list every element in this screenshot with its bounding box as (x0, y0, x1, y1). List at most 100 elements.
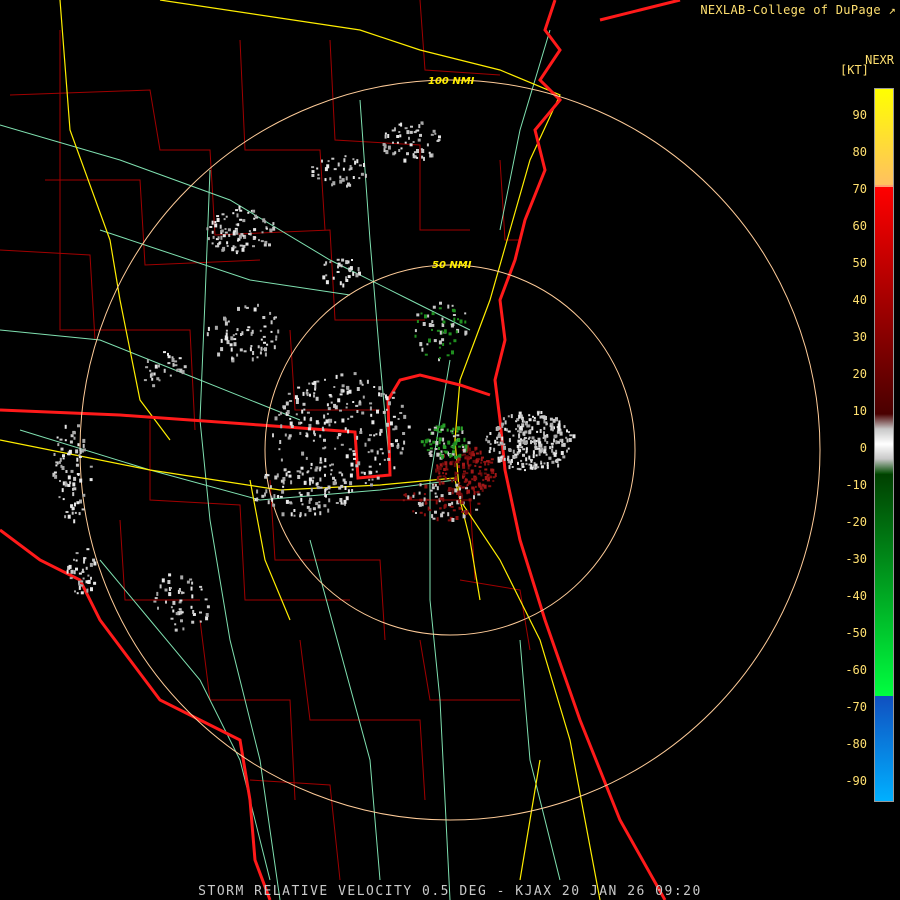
echo-pixel (324, 178, 327, 182)
echo-pixel (181, 591, 185, 594)
echo-pixel (352, 271, 355, 276)
credit-label[interactable]: NEXLAB-College of DuPage ↗ (700, 3, 896, 17)
echo-pixel (313, 392, 316, 395)
echo-pixel (535, 454, 538, 457)
echo-pixel (314, 468, 318, 472)
scale-tick: -10 (845, 478, 867, 492)
echo-pixel (487, 463, 490, 466)
echo-pixel (231, 357, 234, 360)
echo-pixel (300, 466, 304, 470)
echo-pixel (251, 357, 254, 362)
echo-pixel (256, 356, 259, 359)
echo-pixel (70, 434, 74, 438)
echo-pixel (449, 454, 452, 458)
echo-pixel (336, 258, 340, 261)
echo-pixel (280, 424, 283, 429)
echo-pixel (224, 317, 227, 322)
echo-pixel (402, 499, 405, 502)
echo-pixel (423, 443, 426, 447)
echo-pixel (64, 439, 67, 442)
echo-pixel (371, 420, 375, 425)
echo-pixel (331, 183, 334, 187)
echo-pixel (449, 342, 452, 345)
echo-pixel (325, 274, 328, 277)
echo-pixel (235, 250, 239, 253)
echo-pixel (532, 454, 535, 459)
echo-pixel (149, 369, 152, 372)
echo-pixel (543, 426, 546, 430)
echo-pixel (214, 325, 218, 330)
echo-pixel (267, 500, 270, 505)
echo-pixel (253, 228, 257, 232)
echo-pixel (373, 386, 376, 388)
echo-pixel (207, 326, 210, 331)
echo-pixel (281, 489, 285, 494)
echo-pixel (254, 214, 257, 217)
echo-pixel (287, 392, 291, 395)
echo-pixel (436, 452, 440, 457)
echo-pixel (448, 487, 451, 492)
echo-pixel (79, 478, 83, 483)
echo-pixel (399, 134, 402, 138)
echo-pixel (420, 312, 423, 315)
echo-pixel (227, 320, 230, 323)
velocity-color-scale (874, 88, 894, 802)
echo-pixel (261, 231, 264, 234)
echo-pixel (443, 504, 446, 509)
echo-pixel (219, 224, 222, 229)
echo-pixel (174, 623, 177, 626)
echo-pixel (230, 336, 234, 341)
echo-pixel (165, 600, 167, 604)
echo-pixel (289, 421, 293, 426)
echo-pixel (452, 435, 456, 438)
product-label: NEXR (865, 53, 894, 67)
echo-pixel (440, 494, 444, 498)
echo-pixel (427, 314, 430, 318)
echo-pixel (436, 464, 439, 467)
echo-pixel (521, 465, 525, 468)
echo-pixel (442, 444, 446, 449)
echo-pixel (70, 569, 74, 574)
echo-pixel (486, 460, 489, 463)
scale-tick: -90 (845, 774, 867, 788)
echo-pixel (437, 425, 441, 428)
echo-pixel (470, 469, 474, 474)
echo-pixel (490, 471, 493, 474)
echo-pixel (90, 587, 93, 592)
echo-pixel (89, 562, 93, 567)
echo-pixel (285, 472, 288, 477)
echo-pixel (429, 443, 433, 446)
echo-pixel (172, 600, 176, 605)
echo-pixel (551, 448, 554, 453)
echo-pixel (391, 396, 395, 399)
echo-pixel (253, 307, 257, 312)
echo-pixel (424, 484, 428, 489)
echo-pixel (473, 491, 476, 495)
echo-pixel (520, 438, 522, 441)
echo-pixel (324, 378, 326, 381)
echo-pixel (559, 431, 563, 436)
echo-pixel (458, 499, 461, 504)
echo-pixel (256, 497, 259, 502)
echo-pixel (275, 338, 278, 341)
echo-pixel (512, 449, 515, 454)
echo-pixel (469, 463, 472, 466)
echo-pixel (429, 447, 433, 450)
echo-pixel (438, 357, 441, 360)
echo-pixel (366, 379, 369, 384)
echo-pixel (154, 597, 158, 600)
echo-pixel (207, 237, 210, 241)
echo-pixel (368, 465, 372, 468)
echo-pixel (370, 413, 373, 417)
echo-pixel (485, 438, 488, 442)
echo-pixel (337, 398, 341, 403)
echo-pixel (157, 364, 160, 368)
echo-pixel (469, 457, 472, 460)
echo-pixel (341, 473, 344, 477)
echo-pixel (332, 481, 336, 486)
echo-pixel (530, 440, 532, 445)
echo-pixel (456, 434, 460, 437)
echo-pixel (503, 457, 506, 461)
echo-pixel (432, 440, 436, 444)
echo-pixel (431, 486, 435, 490)
